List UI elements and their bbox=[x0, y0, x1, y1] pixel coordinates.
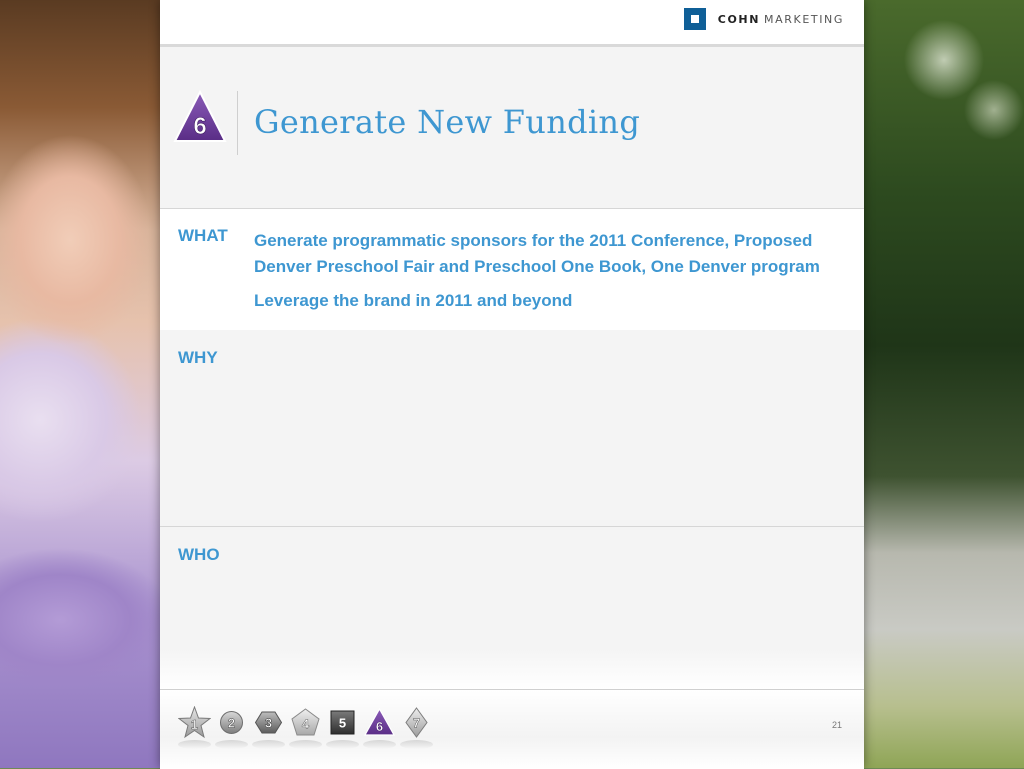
section-label-who: WHO bbox=[178, 545, 220, 564]
triangle-icon: 6 bbox=[363, 707, 396, 736]
background-photo-child bbox=[0, 0, 162, 768]
slide-page: COHN MARKETING 6 Generate New Funding WHA… bbox=[160, 0, 864, 769]
nav-number: 6 bbox=[376, 719, 383, 734]
nav-item-1[interactable]: 1 bbox=[178, 706, 211, 750]
title-area: 6 Generate New Funding bbox=[160, 47, 864, 209]
diamond-icon: 7 bbox=[405, 707, 428, 738]
title-icon-number: 6 bbox=[193, 113, 206, 140]
nav-number: 5 bbox=[339, 716, 346, 731]
brand-square-icon bbox=[683, 8, 706, 30]
nav-item-5[interactable]: 5 bbox=[326, 706, 359, 750]
nav-number: 2 bbox=[228, 716, 235, 731]
section-who: WHO bbox=[160, 527, 864, 689]
hexagon-icon: 3 bbox=[254, 711, 283, 734]
slide-navigation: 1 2 3 4 5 6 7 bbox=[178, 706, 433, 750]
section-label-why: WHY bbox=[178, 348, 218, 367]
purple-triangle-6-icon: 6 bbox=[173, 89, 227, 142]
brand-logo[interactable]: COHN MARKETING bbox=[683, 8, 844, 30]
section-why: WHY bbox=[160, 330, 864, 527]
square-icon: 5 bbox=[330, 710, 355, 735]
star-icon: 1 bbox=[178, 706, 211, 739]
nav-item-6-active[interactable]: 6 bbox=[363, 706, 396, 750]
circle-icon: 2 bbox=[220, 711, 243, 734]
nav-number: 7 bbox=[413, 716, 420, 731]
what-line: Leverage the brand in 2011 and beyond bbox=[254, 291, 573, 310]
section-what: WHAT Generate programmatic sponsors for … bbox=[160, 208, 864, 331]
brand-suffix: MARKETING bbox=[764, 12, 844, 26]
background-photo-foliage bbox=[864, 0, 1024, 768]
what-line: Generate programmatic sponsors for the 2… bbox=[254, 231, 820, 276]
nav-item-7[interactable]: 7 bbox=[400, 706, 433, 750]
top-bar: COHN MARKETING bbox=[160, 0, 864, 47]
nav-item-2[interactable]: 2 bbox=[215, 706, 248, 750]
nav-number: 4 bbox=[302, 717, 310, 732]
page-title: Generate New Funding bbox=[254, 103, 641, 141]
pentagon-icon: 4 bbox=[291, 708, 320, 736]
footer-nav-bar: 1 2 3 4 5 6 7 21 bbox=[160, 689, 864, 769]
nav-number: 3 bbox=[265, 716, 272, 731]
section-what-body: Generate programmatic sponsors for the 2… bbox=[254, 228, 834, 314]
nav-item-3[interactable]: 3 bbox=[252, 706, 285, 750]
page-number: 21 bbox=[831, 720, 842, 730]
title-divider bbox=[237, 91, 238, 155]
brand-name: COHN bbox=[717, 12, 761, 26]
section-label-what: WHAT bbox=[178, 226, 228, 245]
nav-item-4[interactable]: 4 bbox=[289, 706, 322, 750]
nav-number: 1 bbox=[191, 717, 198, 732]
